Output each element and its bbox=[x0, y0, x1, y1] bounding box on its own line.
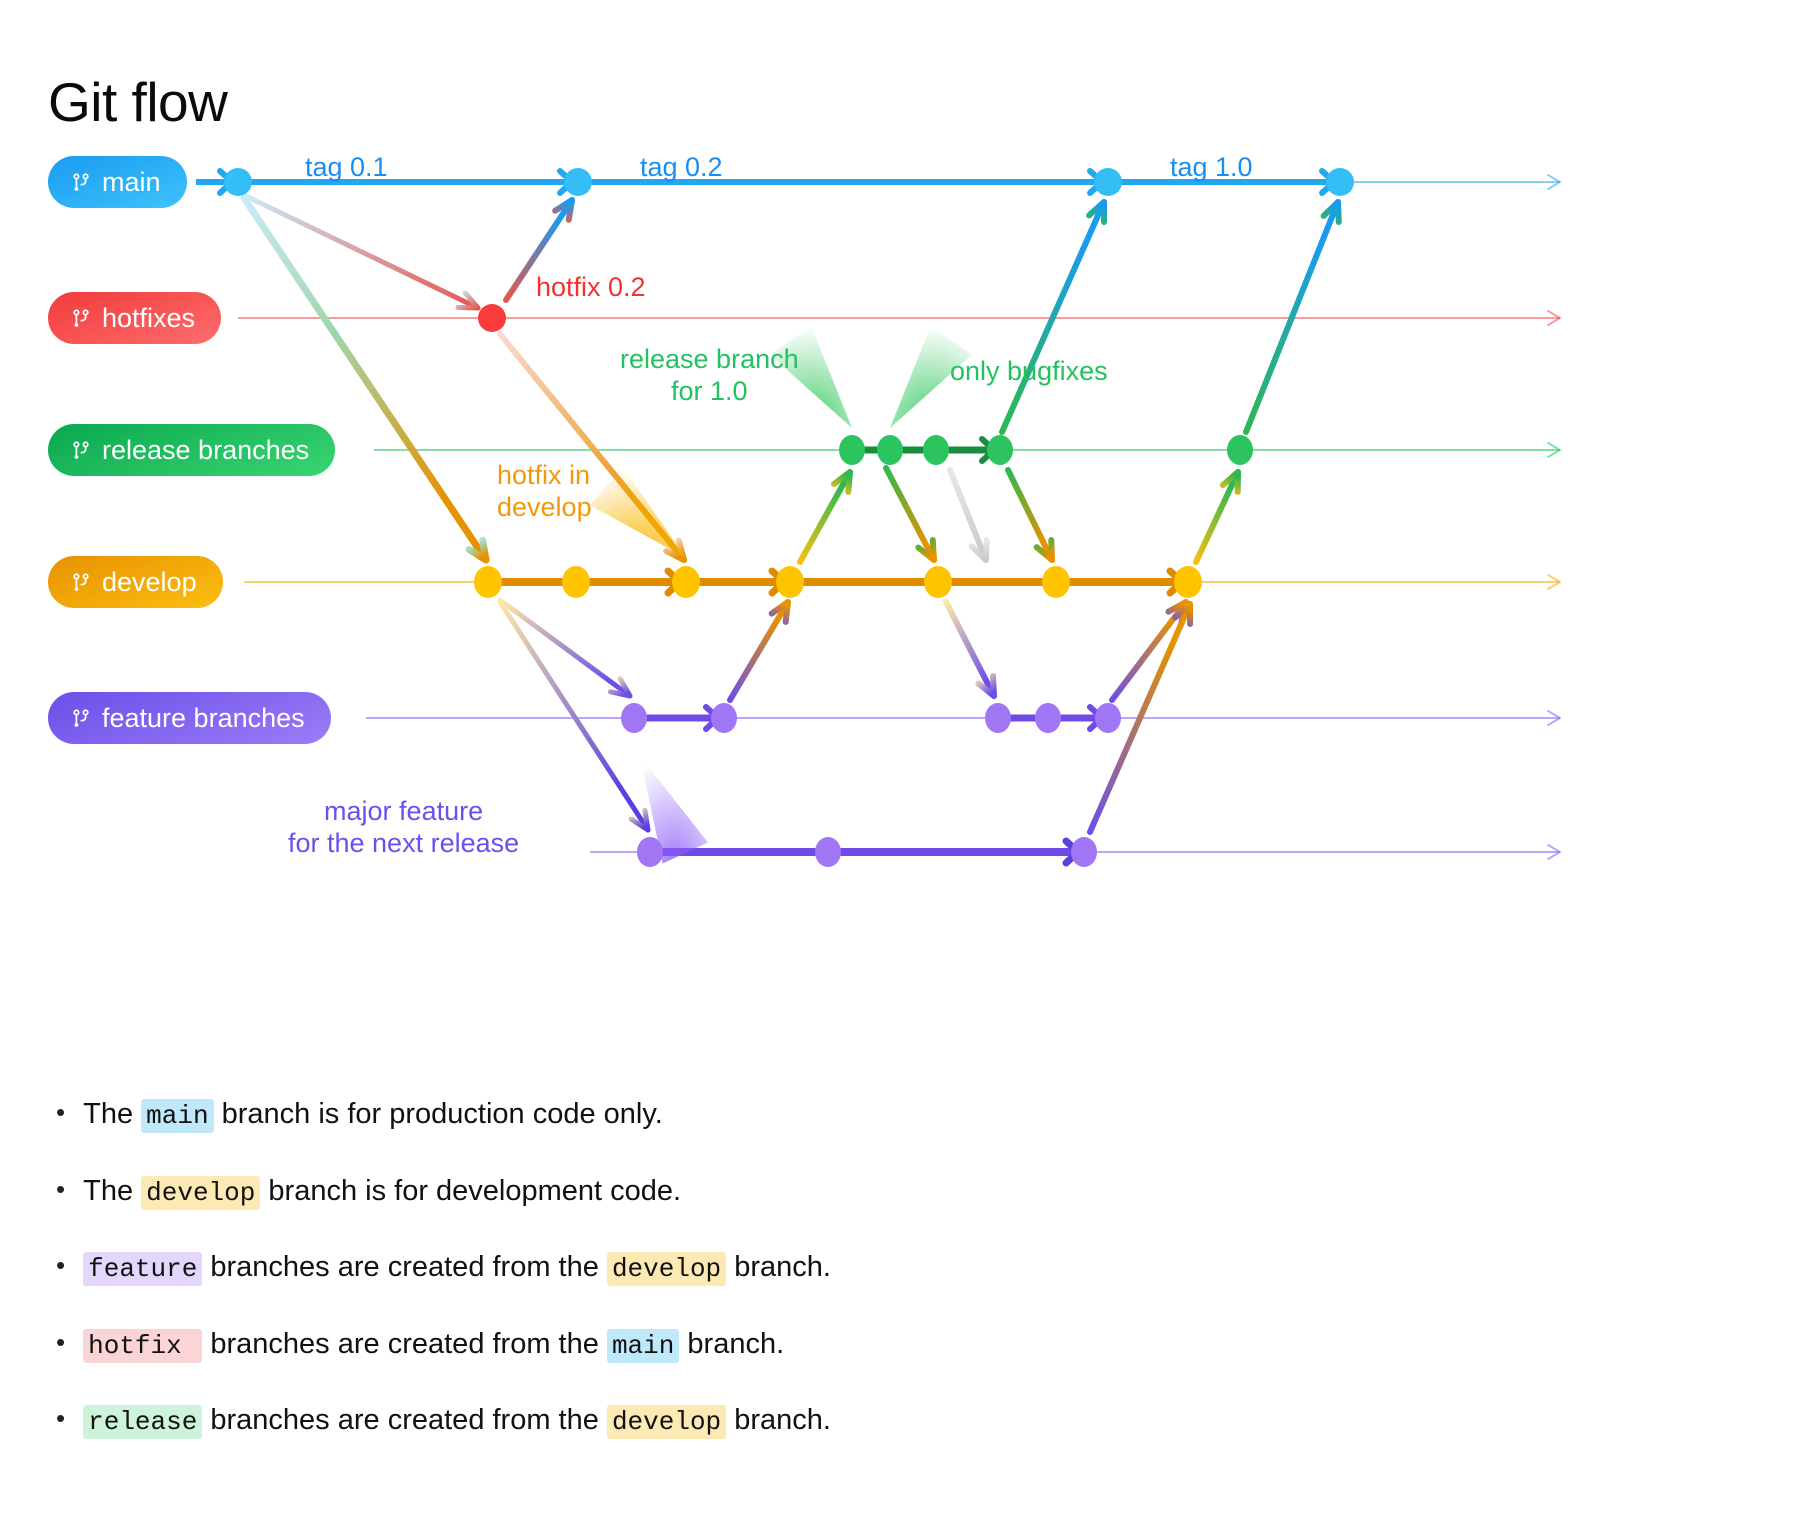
bullet-feature: • feature branches are created from the d… bbox=[56, 1249, 1556, 1286]
inline-code: feature bbox=[83, 1252, 203, 1286]
branch-label-hotfixes[interactable]: hotfixes bbox=[48, 292, 222, 344]
inline-code: release bbox=[83, 1405, 203, 1439]
branch-lanes bbox=[196, 168, 1561, 867]
commit-node-major-feature[interactable] bbox=[1071, 837, 1097, 867]
bullet-hotfix: • hotfix branches are created from the ma… bbox=[56, 1326, 1556, 1363]
commit-node-major-feature[interactable] bbox=[637, 837, 663, 867]
bullet-marker: • bbox=[56, 1097, 66, 1127]
commit-node-main[interactable] bbox=[1326, 168, 1354, 196]
tag-label: tag 0.1 bbox=[305, 152, 388, 182]
commit-node-release[interactable] bbox=[1227, 435, 1253, 465]
git-branch-icon bbox=[70, 706, 92, 730]
git-branch-icon bbox=[70, 438, 92, 462]
bullet-marker: • bbox=[56, 1173, 66, 1204]
bullet-develop: • The develop branch is for development c… bbox=[56, 1173, 1556, 1210]
bullet-marker: • bbox=[56, 1250, 66, 1280]
inline-code: main bbox=[141, 1099, 214, 1133]
commit-node-main[interactable] bbox=[1094, 168, 1122, 196]
commit-node-main[interactable] bbox=[224, 168, 252, 196]
annotation-hotfix-develop: hotfix in develop bbox=[497, 460, 592, 522]
annotation-hotfix-02: hotfix 0.2 bbox=[536, 272, 646, 302]
commit-node-release[interactable] bbox=[987, 435, 1013, 465]
bullet-text: release branches are created from the de… bbox=[83, 1402, 831, 1439]
bullet-release: • release branches are created from the d… bbox=[56, 1402, 1556, 1439]
branch-label-release[interactable]: release branches bbox=[48, 424, 336, 476]
commit-node-feature[interactable] bbox=[1035, 703, 1061, 733]
commit-node-develop[interactable] bbox=[474, 566, 502, 598]
commit-node-feature[interactable] bbox=[711, 703, 737, 733]
merge-arrows bbox=[240, 193, 1342, 835]
bullet-text: feature branches are created from the de… bbox=[83, 1249, 831, 1286]
annotation-release-branch: release branch for 1.0 bbox=[620, 344, 799, 406]
commit-node-hotfix[interactable] bbox=[478, 304, 506, 332]
commit-node-feature[interactable] bbox=[1095, 703, 1121, 733]
branch-label-text: hotfixes bbox=[102, 302, 196, 333]
git-branch-icon bbox=[70, 306, 92, 330]
annotation-only-bugfixes: only bugfixes bbox=[950, 356, 1108, 386]
branch-label-text: release branches bbox=[102, 434, 310, 465]
bullet-marker: • bbox=[56, 1326, 66, 1357]
tag-label: tag 1.0 bbox=[1170, 152, 1253, 182]
bullet-main: • The main branch is for production code … bbox=[56, 1096, 1556, 1133]
commit-node-develop[interactable] bbox=[1042, 566, 1070, 598]
bullet-text: The develop branch is for development co… bbox=[83, 1174, 682, 1210]
inline-code: main bbox=[606, 1328, 680, 1363]
annotation-major-feature: major feature for the next release bbox=[288, 796, 520, 858]
commit-node-main[interactable] bbox=[564, 168, 592, 196]
branch-label-main[interactable]: main bbox=[48, 156, 187, 208]
branch-label-develop[interactable]: develop bbox=[48, 556, 223, 608]
commit-node-release[interactable] bbox=[839, 435, 865, 465]
commit-node-major-feature[interactable] bbox=[815, 837, 841, 867]
commit-node-develop[interactable] bbox=[1174, 566, 1202, 598]
commit-node-develop[interactable] bbox=[672, 566, 700, 598]
notes-list: • The main branch is for production code … bbox=[56, 1096, 1556, 1479]
branch-label-text: develop bbox=[102, 566, 197, 597]
git-branch-icon bbox=[70, 170, 92, 194]
inline-code: develop bbox=[606, 1405, 727, 1439]
inline-code: develop bbox=[606, 1252, 727, 1286]
bullet-text: The main branch is for production code o… bbox=[83, 1098, 663, 1133]
commit-node-release[interactable] bbox=[877, 435, 903, 465]
tag-label: tag 0.2 bbox=[640, 152, 723, 182]
branch-label-text: main bbox=[102, 166, 161, 197]
branch-label-feature[interactable]: feature branches bbox=[48, 692, 331, 744]
bullet-marker: • bbox=[56, 1403, 66, 1433]
commit-node-develop[interactable] bbox=[776, 566, 804, 598]
commit-nodes bbox=[224, 168, 1354, 867]
commit-node-develop[interactable] bbox=[562, 566, 590, 598]
commit-node-release[interactable] bbox=[923, 435, 949, 465]
git-branch-icon bbox=[70, 570, 92, 594]
commit-node-feature[interactable] bbox=[621, 703, 647, 733]
inline-code: develop bbox=[141, 1175, 261, 1210]
bullet-text: hotfix branches are created from the mai… bbox=[83, 1326, 784, 1363]
git-flow-diagram: main hotfixes release branches develop f… bbox=[0, 120, 1800, 910]
commit-node-develop[interactable] bbox=[924, 566, 952, 598]
commit-node-feature[interactable] bbox=[985, 703, 1011, 733]
branch-label-text: feature branches bbox=[102, 702, 305, 733]
inline-code: hotfix bbox=[83, 1328, 203, 1363]
